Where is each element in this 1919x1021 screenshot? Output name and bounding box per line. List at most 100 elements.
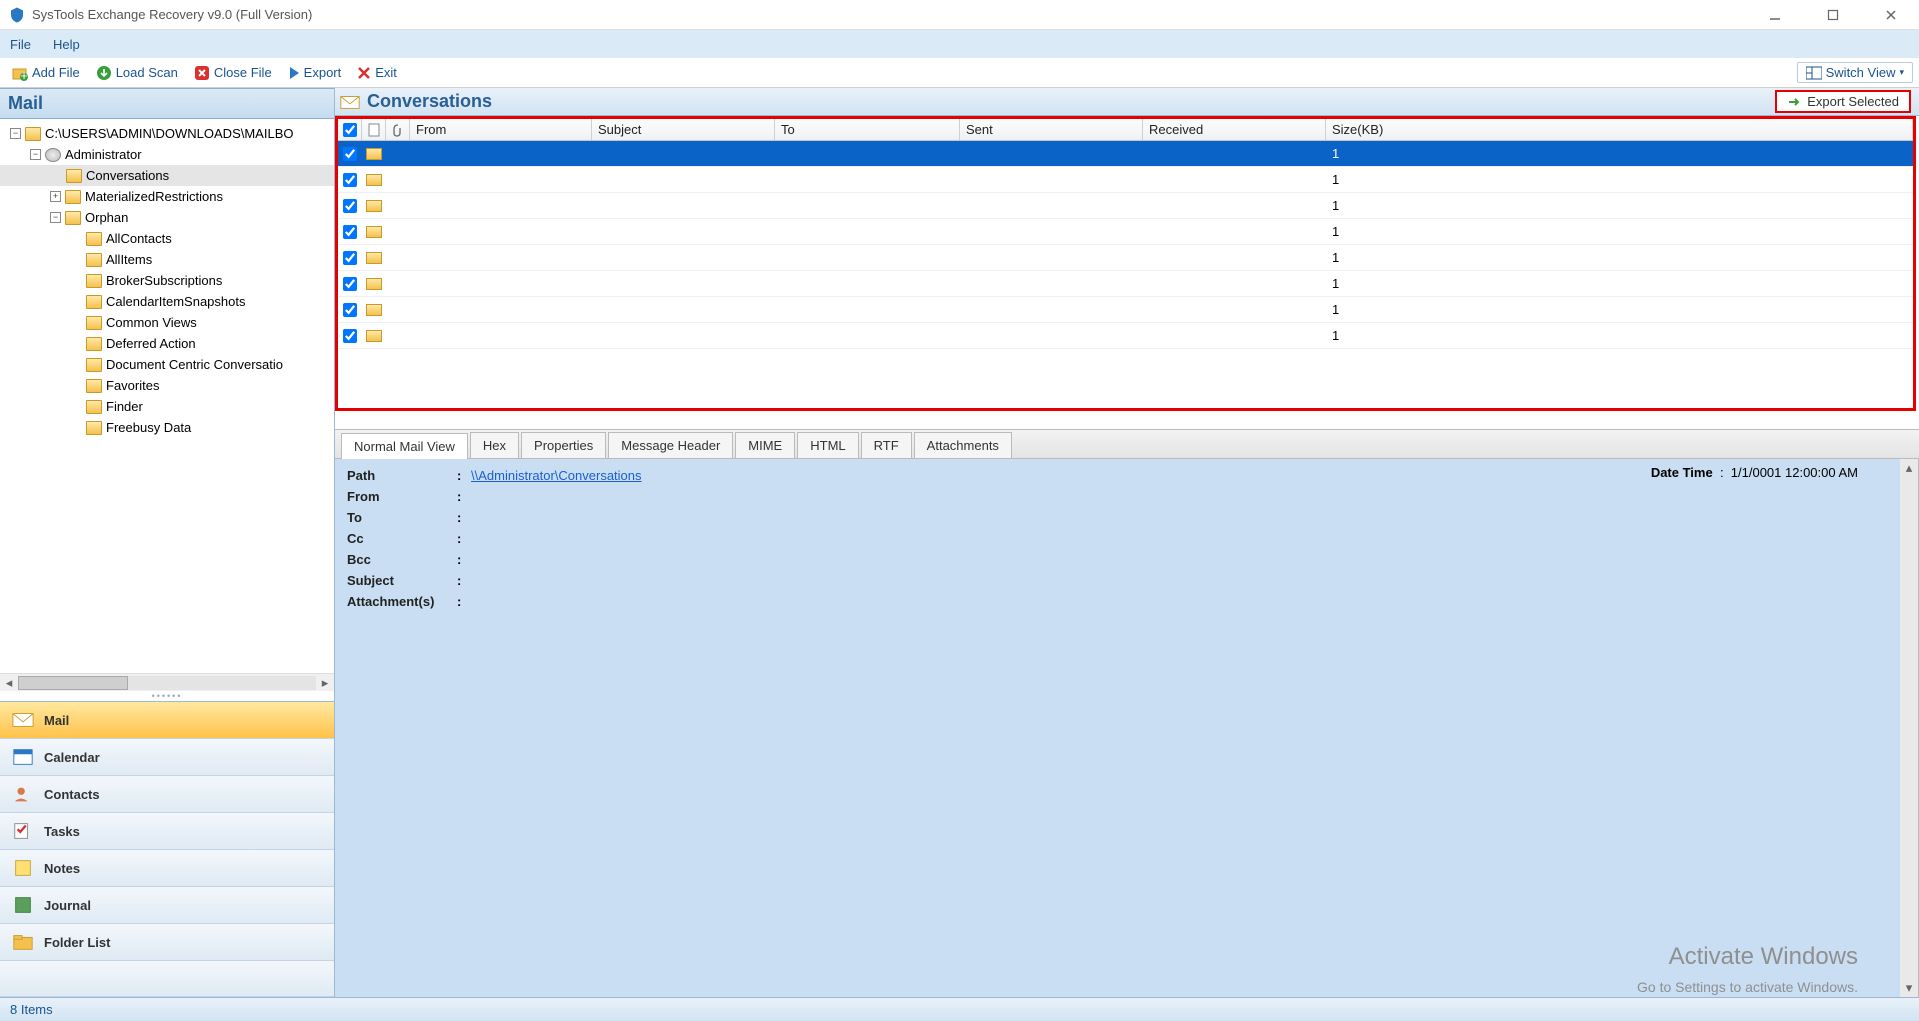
col-attachment[interactable] xyxy=(386,119,410,140)
calendar-icon xyxy=(12,747,34,767)
collapse-icon[interactable]: − xyxy=(10,128,21,139)
row-checkbox[interactable] xyxy=(343,303,357,317)
nav-contacts[interactable]: Contacts xyxy=(0,776,334,813)
message-row[interactable]: 1 xyxy=(338,297,1913,323)
load-scan-button[interactable]: Load Scan xyxy=(90,63,184,83)
tab-message-header[interactable]: Message Header xyxy=(608,432,733,458)
scroll-left-icon[interactable]: ◂ xyxy=(0,675,18,691)
switch-view-button[interactable]: Switch View ▾ xyxy=(1797,62,1913,83)
col-checkbox[interactable] xyxy=(338,119,362,140)
play-icon xyxy=(288,66,300,80)
tree-item[interactable]: BrokerSubscriptions xyxy=(0,270,334,291)
nav-folder-list[interactable]: Folder List xyxy=(0,924,334,961)
message-row[interactable]: 1 xyxy=(338,193,1913,219)
message-row[interactable]: 1 xyxy=(338,245,1913,271)
nav-journal-label: Journal xyxy=(44,898,91,913)
collapse-icon[interactable]: − xyxy=(50,212,61,223)
col-size[interactable]: Size(KB) xyxy=(1326,119,1913,140)
close-button[interactable] xyxy=(1871,2,1911,28)
row-checkbox[interactable] xyxy=(343,173,357,187)
col-to[interactable]: To xyxy=(775,119,960,140)
nav-notes[interactable]: Notes xyxy=(0,850,334,887)
scroll-right-icon[interactable]: ▸ xyxy=(316,675,334,691)
folder-icon xyxy=(86,295,102,309)
tree-root[interactable]: − C:\USERS\ADMIN\DOWNLOADS\MAILBO xyxy=(0,123,334,144)
tree-item[interactable]: AllItems xyxy=(0,249,334,270)
row-checkbox[interactable] xyxy=(343,277,357,291)
maximize-button[interactable] xyxy=(1813,2,1853,28)
tree-item-label: Favorites xyxy=(106,378,159,393)
preview-tabs: Normal Mail View Hex Properties Message … xyxy=(335,429,1919,459)
folder-icon xyxy=(12,932,34,952)
tab-properties[interactable]: Properties xyxy=(521,432,606,458)
tree-item[interactable]: Finder xyxy=(0,396,334,417)
tree-conversations-label: Conversations xyxy=(86,168,169,183)
message-row[interactable]: 1 xyxy=(338,271,1913,297)
tree-orphan[interactable]: − Orphan xyxy=(0,207,334,228)
collapse-icon[interactable]: − xyxy=(30,149,41,160)
tree-item-label: AllItems xyxy=(106,252,152,267)
select-all-checkbox[interactable] xyxy=(343,123,357,137)
row-checkbox[interactable] xyxy=(343,199,357,213)
export-selected-button[interactable]: Export Selected xyxy=(1775,90,1911,113)
tree-materialized[interactable]: + MaterializedRestrictions xyxy=(0,186,334,207)
add-file-button[interactable]: + Add File xyxy=(6,63,86,83)
close-file-icon xyxy=(194,65,210,81)
nav-mail[interactable]: Mail xyxy=(0,702,334,739)
col-received[interactable]: Received xyxy=(1143,119,1326,140)
message-row[interactable]: 1 xyxy=(338,141,1913,167)
col-from[interactable]: From xyxy=(410,119,592,140)
tree-admin[interactable]: − Administrator xyxy=(0,144,334,165)
folder-icon xyxy=(86,253,102,267)
tree-item[interactable]: Common Views xyxy=(0,312,334,333)
scroll-down-icon[interactable]: ▾ xyxy=(1900,979,1918,997)
tree-item[interactable]: Deferred Action xyxy=(0,333,334,354)
scroll-thumb[interactable] xyxy=(18,676,128,690)
col-icon[interactable] xyxy=(362,119,386,140)
arrow-down-icon xyxy=(96,65,112,81)
message-row[interactable]: 1 xyxy=(338,167,1913,193)
nav-journal[interactable]: Journal xyxy=(0,887,334,924)
col-sent[interactable]: Sent xyxy=(960,119,1143,140)
nav-calendar[interactable]: Calendar xyxy=(0,739,334,776)
row-checkbox[interactable] xyxy=(343,225,357,239)
export-arrow-icon xyxy=(1787,95,1801,109)
tab-attachments[interactable]: Attachments xyxy=(914,432,1012,458)
splitter-gripper[interactable]: •••••• xyxy=(0,691,334,701)
tab-normal-mail-view[interactable]: Normal Mail View xyxy=(341,433,468,459)
tree-hscroll[interactable]: ◂ ▸ xyxy=(0,673,334,691)
expand-icon[interactable]: + xyxy=(50,191,61,202)
exit-button[interactable]: Exit xyxy=(351,63,403,82)
export-button[interactable]: Export xyxy=(282,63,348,82)
tree-item[interactable]: Favorites xyxy=(0,375,334,396)
sidebar-heading: Mail xyxy=(0,88,334,119)
tree-item[interactable]: CalendarItemSnapshots xyxy=(0,291,334,312)
folder-tree[interactable]: − C:\USERS\ADMIN\DOWNLOADS\MAILBO − Admi… xyxy=(0,119,334,673)
add-file-label: Add File xyxy=(32,65,80,80)
menu-file[interactable]: File xyxy=(10,37,31,52)
message-row[interactable]: 1 xyxy=(338,323,1913,349)
row-checkbox[interactable] xyxy=(343,251,357,265)
tab-mime[interactable]: MIME xyxy=(735,432,795,458)
tree-item[interactable]: AllContacts xyxy=(0,228,334,249)
preview-from-label: From xyxy=(347,489,457,504)
scroll-up-icon[interactable]: ▴ xyxy=(1900,459,1918,477)
tree-conversations[interactable]: Conversations xyxy=(0,165,334,186)
preview-path-link[interactable]: \\Administrator\Conversations xyxy=(471,468,642,483)
chevron-down-icon: ▾ xyxy=(1899,67,1904,78)
close-file-button[interactable]: Close File xyxy=(188,63,278,83)
nav-tasks[interactable]: Tasks xyxy=(0,813,334,850)
tab-hex[interactable]: Hex xyxy=(470,432,519,458)
col-subject[interactable]: Subject xyxy=(592,119,775,140)
minimize-button[interactable] xyxy=(1755,2,1795,28)
tab-html[interactable]: HTML xyxy=(797,432,858,458)
tree-item[interactable]: Document Centric Conversatio xyxy=(0,354,334,375)
menu-help[interactable]: Help xyxy=(53,37,80,52)
tab-rtf[interactable]: RTF xyxy=(861,432,912,458)
tasks-icon xyxy=(12,821,34,841)
tree-item[interactable]: Freebusy Data xyxy=(0,417,334,438)
message-row[interactable]: 1 xyxy=(338,219,1913,245)
row-checkbox[interactable] xyxy=(343,329,357,343)
row-checkbox[interactable] xyxy=(343,147,357,161)
preview-vscroll[interactable]: ▴ ▾ xyxy=(1900,459,1918,997)
